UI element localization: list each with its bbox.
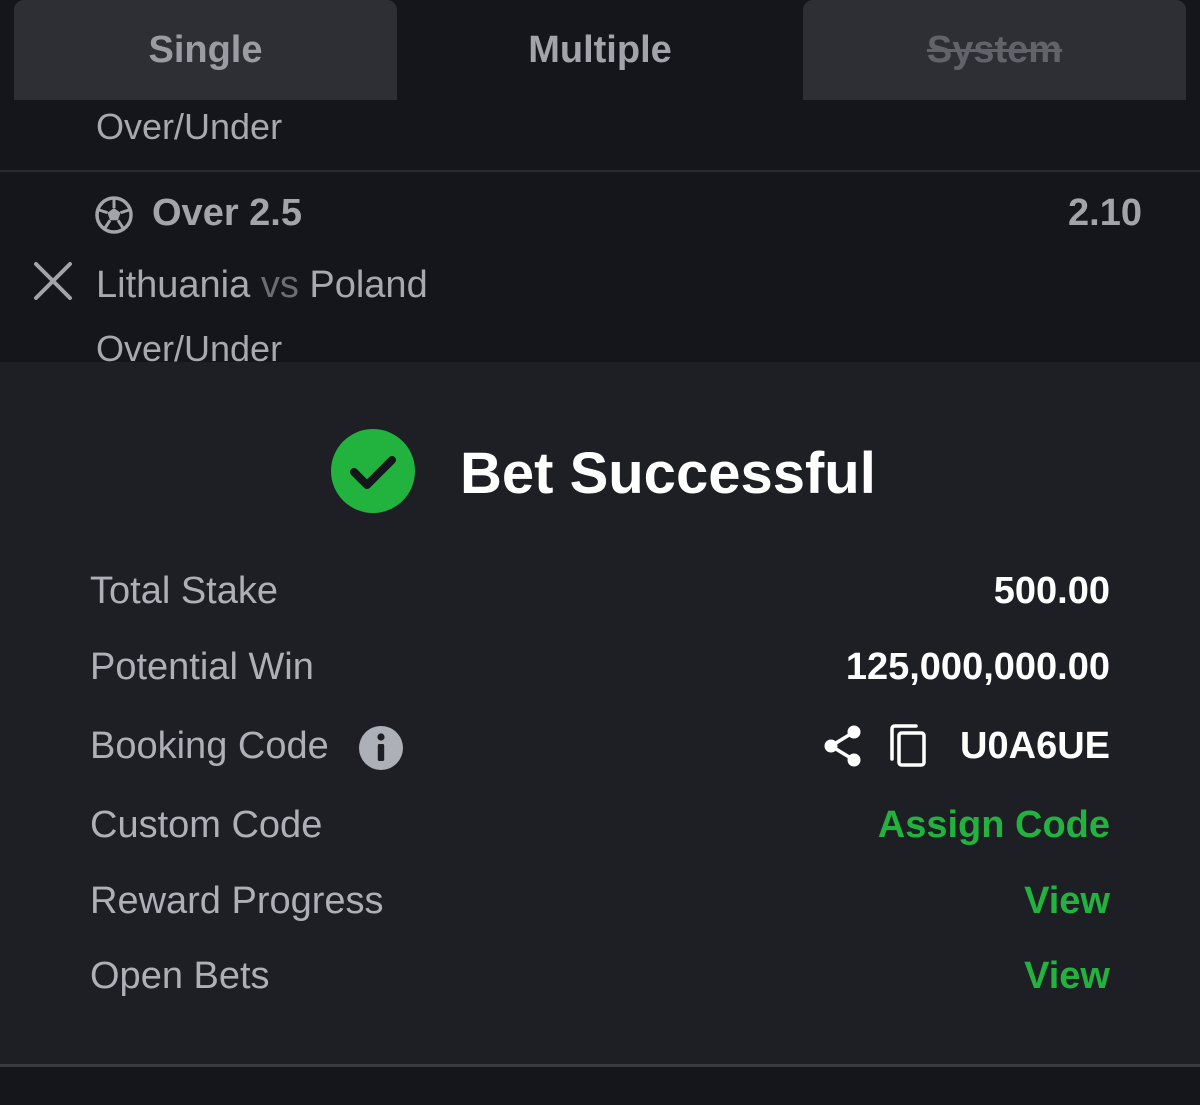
booking-code-row: Booking Code U0A6UE [90,723,1110,775]
total-stake-row: Total Stake 500.00 [90,570,1110,620]
previous-selection: Over/Under [0,100,1200,170]
vs-text: vs [260,264,299,306]
potential-win-label: Potential Win [90,646,314,688]
tab-system: System [803,0,1186,100]
bet-type-tabs: Single Multiple System [0,0,1200,100]
total-stake-label: Total Stake [90,570,278,612]
selection-odds: 2.10 [1068,192,1142,234]
booking-code-value[interactable]: U0A6UE [960,725,1110,768]
selection-item: Over 2.5 2.10 Lithuania vs Poland Over/U… [0,172,1200,369]
home-team: Lithuania [96,264,251,306]
info-icon[interactable] [358,725,404,771]
selection-pick: Over 2.5 [152,192,302,234]
total-stake-value: 500.00 [993,570,1110,612]
bet-success-panel: Bet Successful Total Stake 500.00 Potent… [0,362,1200,1105]
tab-multiple[interactable]: Multiple [410,0,790,100]
copy-icon[interactable] [888,723,930,769]
away-team: Poland [309,264,428,306]
open-bets-view-link[interactable]: View [1024,955,1110,998]
reward-progress-label: Reward Progress [90,880,384,922]
assign-code-link[interactable]: Assign Code [878,804,1110,847]
reward-progress-view-link[interactable]: View [1024,880,1110,923]
reward-progress-row: Reward Progress View [90,880,1110,930]
previous-selection-market: Over/Under [96,106,283,147]
check-circle-icon [331,429,415,513]
custom-code-row: Custom Code Assign Code [90,804,1110,854]
open-bets-label: Open Bets [90,955,270,997]
potential-win-value: 125,000,000.00 [845,646,1110,688]
share-icon[interactable] [822,723,864,769]
selection-match: Lithuania vs Poland [96,264,428,307]
close-icon[interactable] [32,260,74,302]
bet-slip-screen: Single Multiple System Over/Under Over 2… [0,0,1200,1105]
bottom-area [0,1067,1200,1105]
potential-win-row: Potential Win 125,000,000.00 [90,646,1110,696]
tab-single[interactable]: Single [14,0,397,100]
custom-code-label: Custom Code [90,804,323,846]
soccer-ball-icon [95,196,133,234]
booking-code-label: Booking Code [90,725,329,767]
open-bets-row: Open Bets View [90,955,1110,1005]
success-title: Bet Successful [460,441,876,506]
